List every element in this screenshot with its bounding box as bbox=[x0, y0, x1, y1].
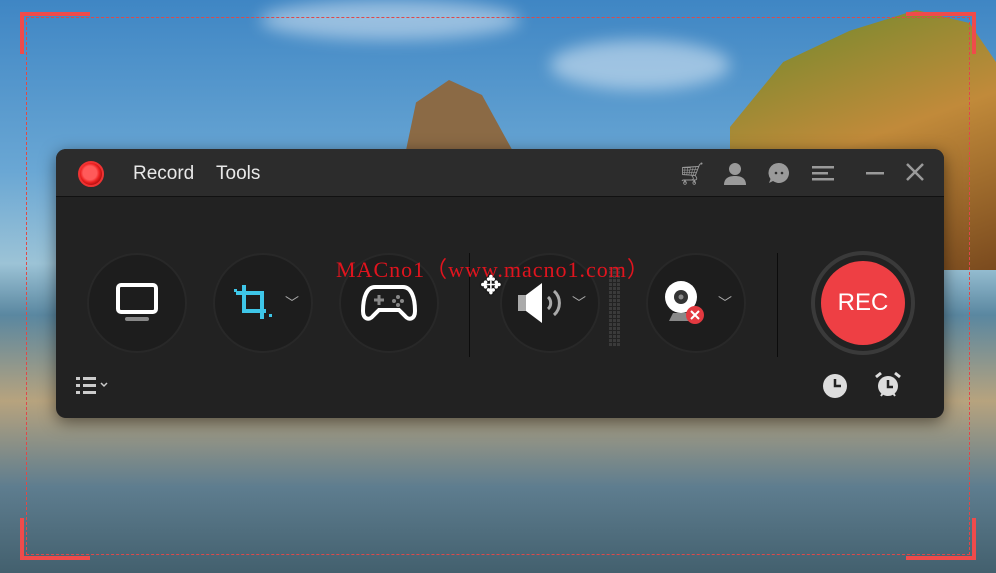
divider bbox=[777, 253, 778, 357]
clock-icon[interactable] bbox=[822, 373, 848, 404]
monitor-icon bbox=[116, 283, 158, 321]
rec-button-ring: REC bbox=[811, 251, 915, 355]
account-icon[interactable] bbox=[722, 161, 748, 187]
rec-button[interactable]: REC bbox=[821, 261, 905, 345]
corner-handle-tr[interactable] bbox=[906, 12, 976, 54]
region-record-button[interactable]: ﹀ bbox=[213, 253, 313, 353]
corner-handle-tl[interactable] bbox=[20, 12, 90, 54]
app-logo bbox=[78, 161, 104, 187]
crop-icon bbox=[234, 285, 272, 319]
minimize-icon[interactable] bbox=[862, 161, 888, 187]
corner-handle-bl[interactable] bbox=[20, 518, 90, 560]
gamepad-icon bbox=[361, 285, 417, 321]
move-cursor-icon: ✥ bbox=[480, 270, 502, 300]
list-view-icon[interactable] bbox=[76, 375, 114, 402]
chevron-down-icon[interactable]: ﹀ bbox=[718, 293, 732, 313]
alarm-clock-icon[interactable] bbox=[874, 371, 902, 404]
menu-tools[interactable]: Tools bbox=[216, 163, 260, 185]
cart-icon[interactable]: 🛒︎ bbox=[678, 161, 706, 187]
corner-handle-br[interactable] bbox=[906, 518, 976, 560]
chevron-down-icon[interactable]: ﹀ bbox=[572, 293, 586, 313]
chevron-down-icon[interactable]: ﹀ bbox=[285, 293, 299, 313]
chat-icon[interactable] bbox=[766, 161, 792, 187]
webcam-icon bbox=[665, 281, 704, 324]
menu-icon[interactable] bbox=[810, 161, 836, 187]
title-bar[interactable]: Record Tools 🛒︎ bbox=[56, 149, 944, 197]
menu-record[interactable]: Record bbox=[133, 163, 194, 185]
close-icon[interactable] bbox=[902, 161, 928, 187]
speaker-icon bbox=[518, 283, 561, 323]
screen-record-button[interactable] bbox=[87, 253, 187, 353]
webcam-button[interactable]: ﹀ bbox=[646, 253, 746, 353]
